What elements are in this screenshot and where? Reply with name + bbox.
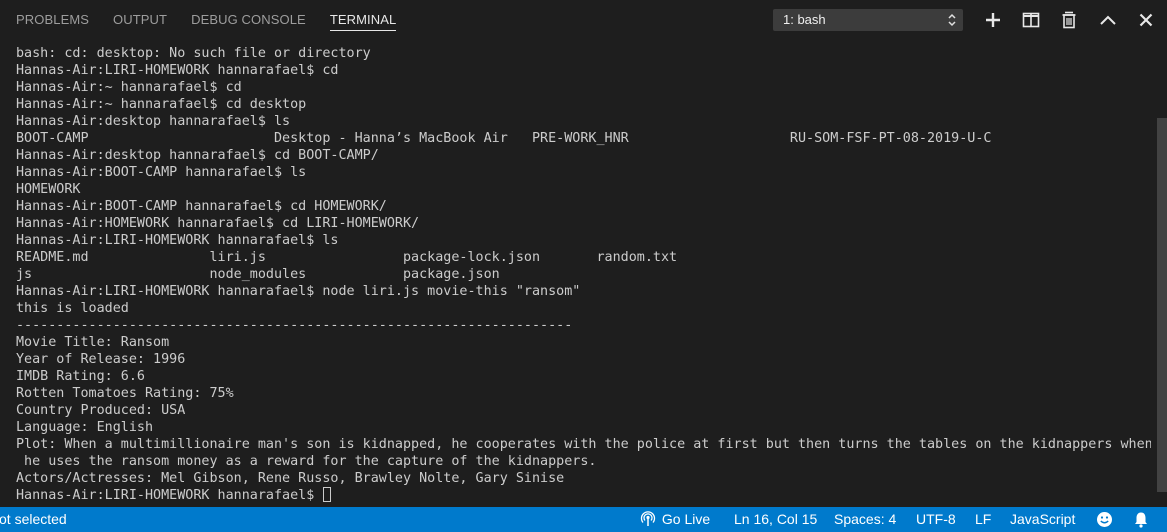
terminal-line: js node_modules package.json — [16, 267, 500, 282]
terminal-line: HOMEWORK — [16, 182, 81, 197]
terminal-line: Hannas-Air:HOMEWORK hannarafael$ cd LIRI… — [16, 216, 420, 231]
panel-tabs: PROBLEMS OUTPUT DEBUG CONSOLE TERMINAL — [16, 0, 420, 40]
cursor-position[interactable]: Ln 16, Col 15 — [734, 507, 817, 532]
terminal-line: Hannas-Air:~ hannarafael$ cd — [16, 80, 242, 95]
terminal-line: Hannas-Air:BOOT-CAMP hannarafael$ cd HOM… — [16, 199, 387, 214]
terminal-line: Hannas-Air:~ hannarafael$ cd desktop — [16, 97, 307, 112]
terminal-line: he uses the ransom money as a reward for… — [16, 454, 597, 469]
go-live-button[interactable]: Go Live — [640, 507, 710, 532]
panel-header: PROBLEMS OUTPUT DEBUG CONSOLE TERMINAL 1… — [0, 0, 1167, 40]
select-arrows-icon — [948, 13, 956, 27]
tab-terminal[interactable]: TERMINAL — [329, 0, 397, 40]
trash-icon[interactable] — [1059, 10, 1079, 30]
terminal-line: Hannas-Air:LIRI-HOMEWORK hannarafael$ ls — [16, 233, 339, 248]
tab-debug-console[interactable]: DEBUG CONSOLE — [191, 0, 306, 40]
terminal-select-value: 1: bash — [783, 12, 826, 27]
terminal-select[interactable]: 1: bash — [773, 9, 963, 31]
terminal-line: ----------------------------------------… — [16, 318, 573, 333]
terminal-line: Language: English — [16, 420, 154, 435]
go-live-label: Go Live — [661, 511, 711, 527]
terminal-line: IMDB Rating: 6.6 — [16, 369, 145, 384]
terminal-line: Year of Release: 1996 — [16, 352, 186, 367]
terminal-line: Country Produced: USA — [16, 403, 186, 418]
terminal-line: Movie Title: Ransom — [16, 335, 170, 350]
terminal-line: Hannas-Air:desktop hannarafael$ ls — [16, 114, 291, 129]
terminal-line: Plot: When a multimillionaire man's son … — [16, 437, 1151, 452]
split-icon[interactable] — [1021, 10, 1041, 30]
terminal-line: Hannas-Air:BOOT-CAMP hannarafael$ ls — [16, 165, 307, 180]
language-mode[interactable]: JavaScript — [1010, 507, 1075, 532]
encoding[interactable]: UTF-8 — [916, 507, 956, 532]
terminal-line: this is loaded — [16, 301, 129, 316]
smiley-icon[interactable] — [1096, 511, 1113, 528]
bell-icon[interactable] — [1133, 511, 1149, 528]
terminal-output[interactable]: bash: cd: desktop: No such file or direc… — [16, 45, 1151, 504]
terminal-line: BOOT-CAMP Desktop - Hanna’s MacBook Air … — [16, 131, 992, 146]
status-selection: ot selected — [0, 511, 67, 527]
close-icon[interactable] — [1136, 10, 1156, 30]
tab-output[interactable]: OUTPUT — [113, 0, 167, 40]
end-of-line[interactable]: LF — [975, 507, 991, 532]
terminal-line: bash: cd: desktop: No such file or direc… — [16, 46, 371, 61]
terminal-scrollbar[interactable] — [1157, 118, 1167, 492]
plus-icon[interactable] — [983, 10, 1003, 30]
terminal-line: Hannas-Air:LIRI-HOMEWORK hannarafael$ no… — [16, 284, 581, 299]
terminal-line: Hannas-Air:LIRI-HOMEWORK hannarafael$ — [16, 487, 1151, 504]
terminal-line: Rotten Tomatoes Rating: 75% — [16, 386, 234, 401]
indentation[interactable]: Spaces: 4 — [834, 507, 896, 532]
terminal-line: Hannas-Air:desktop hannarafael$ cd BOOT-… — [16, 148, 379, 163]
chevron-up-icon[interactable] — [1098, 10, 1118, 30]
status-bar: ot selected Go Live Ln 16, Col 15 Spaces… — [0, 507, 1167, 532]
terminal-line: Actors/Actresses: Mel Gibson, Rene Russo… — [16, 471, 565, 486]
terminal-line: Hannas-Air:LIRI-HOMEWORK hannarafael$ cd — [16, 63, 339, 78]
broadcast-icon — [640, 511, 656, 526]
terminal-cursor — [323, 487, 332, 502]
terminal-line: README.md liri.js package-lock.json rand… — [16, 250, 678, 265]
tab-problems[interactable]: PROBLEMS — [16, 0, 89, 40]
